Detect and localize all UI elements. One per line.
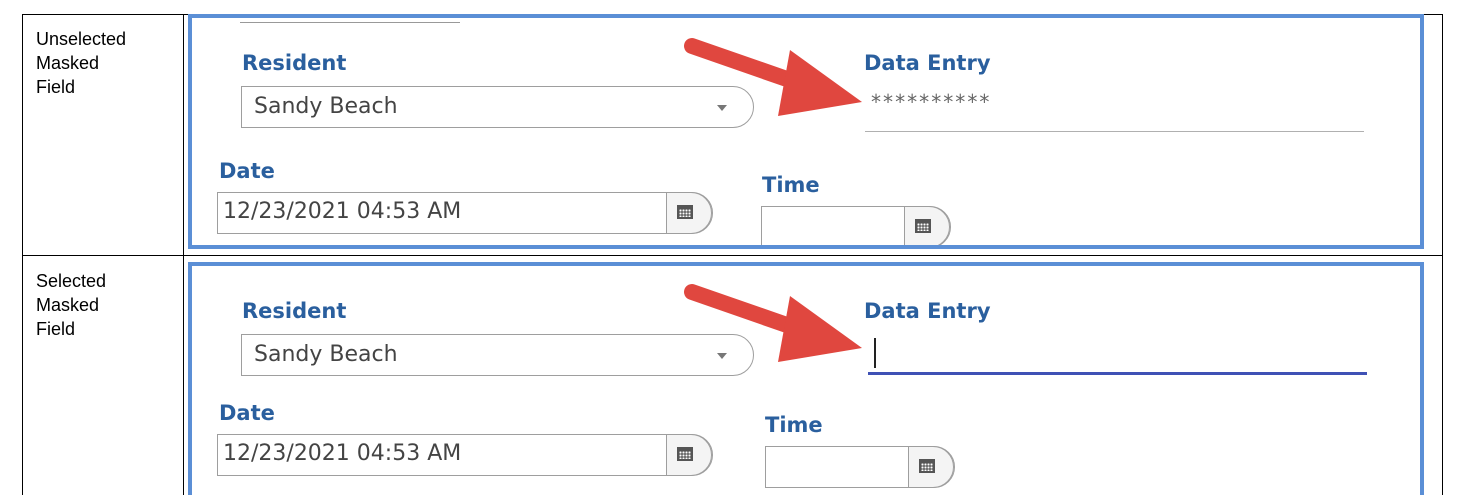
date-input-value: 12/23/2021 04:53 AM xyxy=(223,441,462,466)
partial-field-edge xyxy=(240,18,460,23)
resident-label: Resident xyxy=(242,299,347,323)
time-picker-button[interactable] xyxy=(904,206,950,245)
row-label-selected: Selected Masked Field xyxy=(36,269,106,341)
resident-select-value: Sandy Beach xyxy=(254,94,398,119)
date-calendar-button[interactable] xyxy=(666,434,712,476)
resident-select-value: Sandy Beach xyxy=(254,342,398,367)
text-cursor xyxy=(874,338,876,368)
calendar-icon xyxy=(915,219,931,233)
row-label-line: Field xyxy=(36,77,76,97)
data-entry-label: Data Entry xyxy=(864,51,991,75)
data-entry-underline-active xyxy=(868,372,1367,375)
data-entry-underline xyxy=(865,131,1364,132)
row-label-line: Unselected xyxy=(36,29,127,49)
time-input[interactable] xyxy=(761,206,951,245)
time-label: Time xyxy=(765,413,823,437)
table-row-divider xyxy=(22,255,1443,256)
form-panel-unselected: Resident Sandy Beach Data Entry ********… xyxy=(188,14,1424,249)
calendar-icon xyxy=(677,205,693,219)
red-arrow-icon xyxy=(684,38,862,116)
time-label: Time xyxy=(762,173,820,197)
form-panel-selected: Resident Sandy Beach Data Entry Date 12/… xyxy=(188,262,1424,495)
data-entry-label: Data Entry xyxy=(864,299,991,323)
time-input[interactable] xyxy=(765,446,955,488)
calendar-icon xyxy=(919,459,935,473)
row-label-line: Masked xyxy=(36,295,100,315)
row-label-line: Selected xyxy=(36,271,107,291)
red-arrow-icon xyxy=(684,284,862,362)
calendar-icon xyxy=(677,447,693,461)
date-label: Date xyxy=(219,159,275,183)
row-label-line: Field xyxy=(36,319,76,339)
data-entry-masked-value[interactable]: ********** xyxy=(870,90,990,114)
time-picker-button[interactable] xyxy=(908,446,954,488)
resident-label: Resident xyxy=(242,51,347,75)
date-input[interactable]: 12/23/2021 04:53 AM xyxy=(217,434,713,476)
date-calendar-button[interactable] xyxy=(666,192,712,234)
date-input-value: 12/23/2021 04:53 AM xyxy=(223,199,462,224)
date-label: Date xyxy=(219,401,275,425)
date-input[interactable]: 12/23/2021 04:53 AM xyxy=(217,192,713,234)
row-label-unselected: Unselected Masked Field xyxy=(36,27,126,99)
row-label-line: Masked xyxy=(36,53,100,73)
